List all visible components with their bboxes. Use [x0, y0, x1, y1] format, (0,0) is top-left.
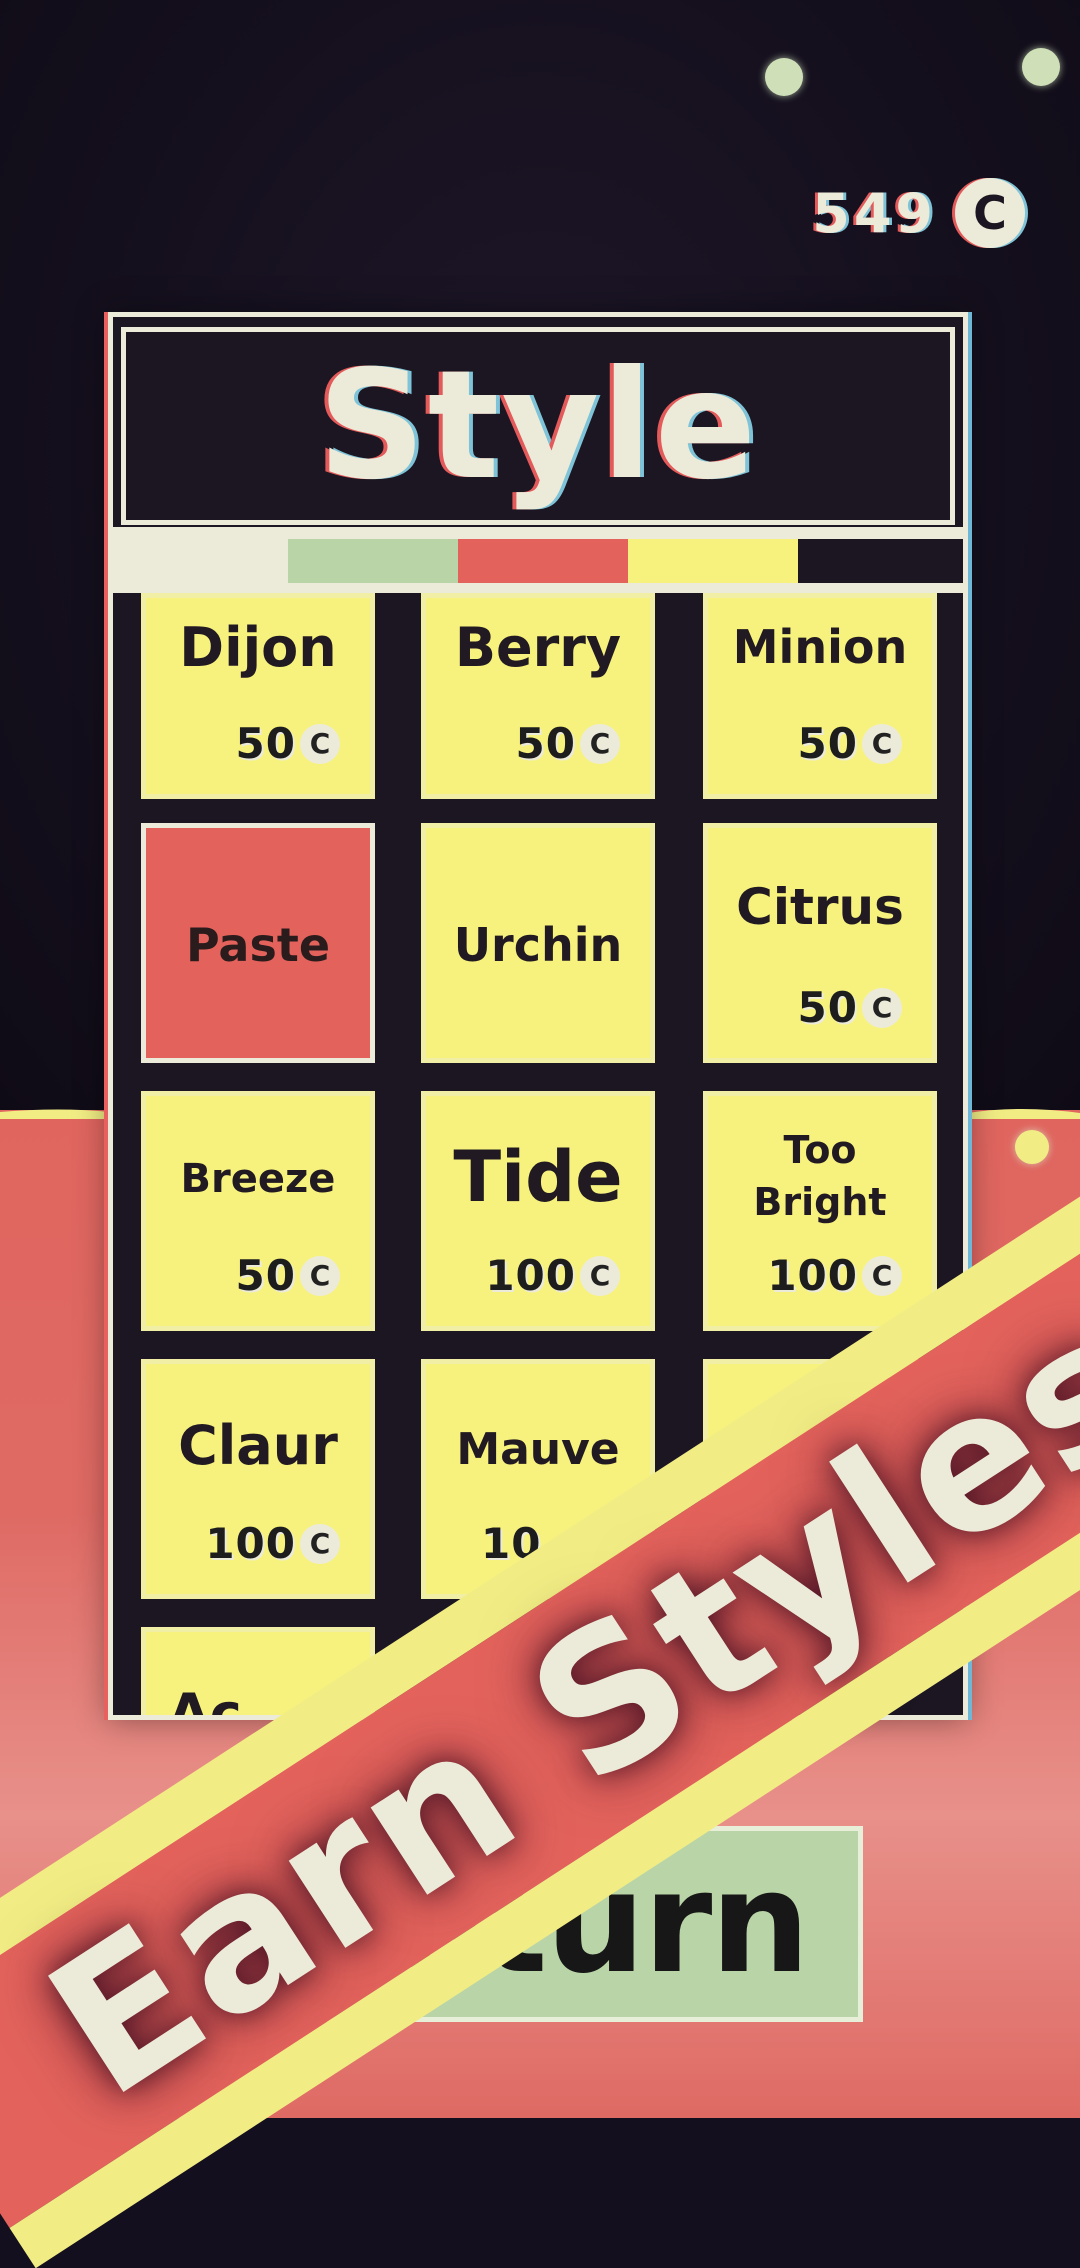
palette-swatch-dark	[798, 539, 963, 583]
style-tile-dijon[interactable]: Dijon 50 C	[141, 593, 375, 799]
coin-icon: C	[580, 1255, 620, 1296]
style-name: Minion	[732, 620, 908, 674]
style-tile-berry[interactable]: Berry 50 C	[421, 593, 655, 799]
coin-icon: C	[862, 987, 902, 1028]
palette-swatch-yellow	[628, 539, 798, 583]
style-name: Claur	[178, 1414, 338, 1477]
style-price: 50 C	[236, 719, 340, 768]
style-name: Too Bright	[753, 1128, 887, 1224]
style-name: Breeze	[180, 1156, 336, 1202]
style-name: Berry	[454, 616, 622, 679]
style-tile-breeze[interactable]: Breeze 50 C	[141, 1091, 375, 1331]
coin-counter: 549 C	[812, 178, 1025, 248]
style-price: 50 C	[236, 1251, 340, 1300]
style-price: 50 C	[798, 719, 902, 768]
style-price: 100 C	[485, 1251, 620, 1300]
style-tile-paste[interactable]: Paste	[141, 823, 375, 1063]
coin-icon: C	[955, 178, 1025, 248]
coin-icon: C	[862, 723, 902, 764]
style-name: Mauve	[456, 1424, 620, 1475]
coin-icon: C	[300, 723, 340, 764]
style-name: Paste	[185, 918, 331, 972]
style-price: 50 C	[516, 719, 620, 768]
style-tile-citrus[interactable]: Citrus 50 C	[703, 823, 937, 1063]
style-name: Dijon	[179, 616, 337, 679]
coin-icon: C	[300, 1523, 340, 1564]
floating-bubble	[765, 58, 803, 96]
title-box: Style	[121, 327, 955, 525]
style-tile-tide[interactable]: Tide 100 C	[421, 1091, 655, 1331]
style-tile-too-bright[interactable]: Too Bright 100 C	[703, 1091, 937, 1331]
coin-icon: C	[580, 723, 620, 764]
style-price: 100 C	[205, 1519, 340, 1568]
page-title: Style	[317, 339, 759, 513]
style-name: Tide	[453, 1136, 623, 1218]
style-price: 100 C	[767, 1251, 902, 1300]
style-price: 50 C	[798, 983, 902, 1032]
palette-preview	[113, 527, 963, 593]
coin-icon: C	[300, 1255, 340, 1296]
palette-swatch-red	[458, 539, 628, 583]
style-name: Urchin	[453, 918, 623, 972]
palette-swatch-green	[288, 539, 458, 583]
floating-bubble	[1022, 48, 1060, 86]
floating-bubble	[1015, 1130, 1049, 1164]
style-tile-urchin[interactable]: Urchin	[421, 823, 655, 1063]
coin-count: 549	[812, 181, 937, 245]
coin-icon: C	[862, 1255, 902, 1296]
style-tile-claur[interactable]: Claur 100 C	[141, 1359, 375, 1599]
style-tile-minion[interactable]: Minion 50 C	[703, 593, 937, 799]
style-name: Citrus	[736, 878, 904, 936]
